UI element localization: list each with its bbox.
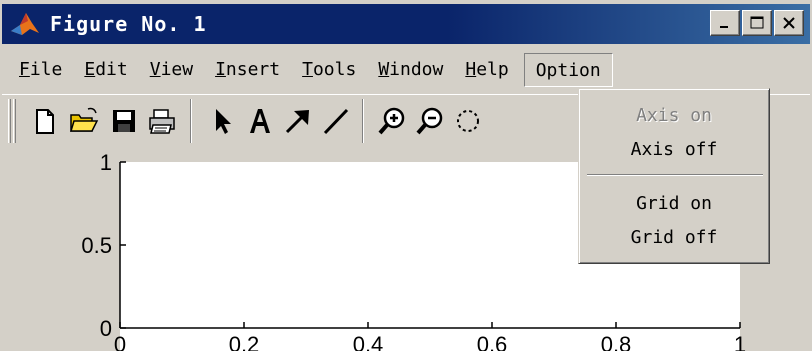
save-icon[interactable] [108, 105, 140, 137]
rotate-icon[interactable] [452, 105, 484, 137]
print-icon[interactable] [146, 105, 178, 137]
toolbar-grip[interactable] [13, 99, 16, 143]
menu-view[interactable]: View [139, 53, 204, 87]
toolbar-separator [362, 99, 364, 143]
x-tick-label: 0.2 [229, 332, 260, 351]
menu-insert[interactable]: Insert [204, 53, 291, 87]
maximize-icon [750, 16, 764, 29]
minimize-button[interactable] [710, 10, 740, 36]
toolbar-separator [190, 99, 192, 143]
menu-accel: W [378, 59, 390, 80]
menu-accel: I [215, 59, 226, 80]
menu-label: ile [29, 59, 63, 80]
menu-accel: F [19, 59, 30, 80]
menu-edit[interactable]: Edit [73, 53, 138, 87]
x-tick-label: 1 [734, 332, 746, 351]
menu-item-axis-on: Axis on [636, 105, 712, 126]
menu-label: indow [389, 59, 444, 80]
menu-label: iew [160, 59, 194, 80]
close-button[interactable] [774, 10, 804, 36]
menu-accel: V [149, 59, 161, 80]
menu-accel: E [84, 59, 96, 80]
window-controls [708, 10, 804, 36]
text-icon[interactable] [244, 105, 276, 137]
menu-label: Option [535, 60, 601, 81]
menu-item-axis-off[interactable]: Axis off [579, 133, 769, 167]
select-arrow-icon[interactable] [206, 105, 238, 137]
menu-help[interactable]: Help [454, 53, 519, 87]
menu-tools[interactable]: Tools [291, 53, 367, 87]
y-tick-label: 1 [100, 150, 112, 175]
zoom-in-icon[interactable] [376, 105, 408, 137]
x-tick-label: 0.6 [477, 332, 508, 351]
menu-item-grid-off[interactable]: Grid off [579, 221, 769, 255]
x-tick-label: 0.4 [353, 332, 384, 351]
arrow-icon[interactable] [282, 105, 314, 137]
menu-item-grid-on[interactable]: Grid on [579, 187, 769, 221]
y-tick-label: 0 [100, 316, 112, 341]
close-icon [783, 17, 795, 29]
title-bar[interactable]: Figure No. 1 [2, 4, 810, 44]
x-ticks: 0 0.2 0.4 0.6 0.8 1 [114, 322, 746, 351]
menu-accel: H [465, 59, 477, 80]
y-tick-label: 0.5 [81, 233, 112, 258]
open-folder-icon[interactable] [68, 105, 100, 137]
figure-window: Figure No. 1 File Edit View Insert Tools… [0, 0, 812, 351]
minimize-icon [720, 26, 728, 28]
option-dropdown: Axis on Axis off Grid on Grid off [578, 88, 770, 264]
maximize-button[interactable] [742, 10, 772, 36]
menu-option[interactable]: Option [523, 53, 613, 87]
toolbar-grip[interactable] [8, 99, 11, 143]
x-tick-label: 0.8 [601, 332, 632, 351]
new-file-icon[interactable] [28, 105, 60, 137]
menu-bar: File Edit View Insert Tools Window Help … [2, 50, 810, 90]
x-tick-label: 0 [114, 332, 126, 351]
menu-file[interactable]: File [8, 53, 73, 87]
menu-label: ools [312, 59, 357, 80]
window-title: Figure No. 1 [50, 12, 207, 36]
menu-label: dit [95, 59, 128, 80]
zoom-out-icon[interactable] [414, 105, 446, 137]
menu-window[interactable]: Window [367, 53, 454, 87]
menu-label: nsert [225, 59, 281, 80]
menu-accel: T [302, 59, 313, 80]
menu-separator [587, 174, 763, 176]
matlab-logo-icon[interactable] [8, 7, 42, 41]
menu-label: elp [476, 59, 509, 80]
line-icon[interactable] [320, 105, 352, 137]
